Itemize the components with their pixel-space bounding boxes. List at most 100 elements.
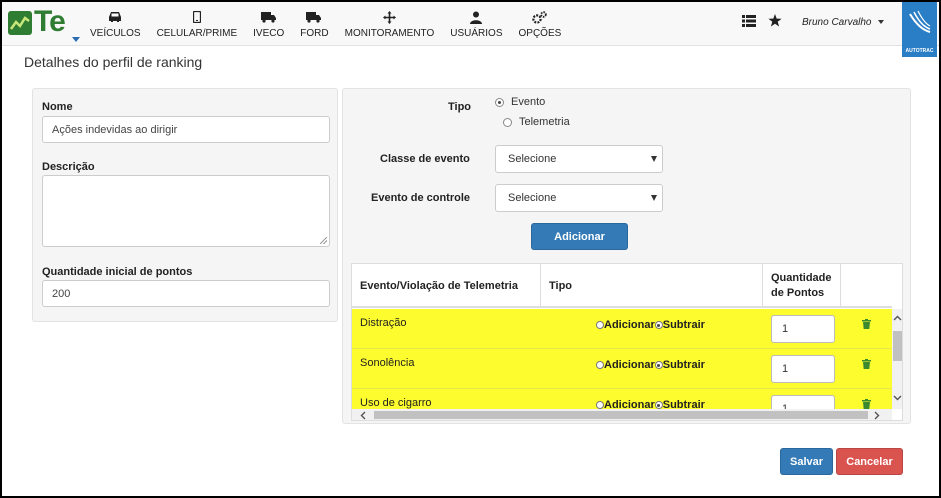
radio-label: Telemetria	[519, 116, 570, 128]
radio-subtrair[interactable]	[654, 361, 663, 369]
trash-icon[interactable]	[862, 318, 871, 332]
table-row: Sonolência Adicionar Subtrair 1	[352, 349, 892, 389]
radio-unchecked-icon	[503, 117, 512, 127]
row-type-group: Adicionar Subtrair	[596, 359, 705, 371]
radio-subtrair[interactable]	[654, 401, 663, 409]
vertical-scrollbar[interactable]	[892, 309, 902, 409]
table-row: Uso de cigarro Adicionar Subtrair 1	[352, 389, 892, 409]
nav-label: CELULAR/PRIME	[156, 28, 238, 39]
controle-label: Evento de controle	[371, 192, 471, 204]
nav-label: VEÍCULOS	[90, 28, 141, 39]
radio-label: Adicionar	[604, 399, 655, 409]
caret-down-icon	[651, 195, 657, 201]
nav-item-veiculos[interactable]: VEÍCULOS	[82, 2, 149, 46]
logo-caret-icon	[72, 37, 80, 42]
save-button[interactable]: Salvar	[780, 448, 833, 475]
descricao-label: Descrição	[42, 161, 95, 173]
pontos-label: Quantidade inicial de pontos	[42, 266, 193, 278]
horizontal-scrollbar[interactable]	[352, 409, 892, 420]
radio-label: Subtrair	[662, 399, 705, 409]
autotrac-logo-icon	[909, 10, 931, 33]
nome-input[interactable]: Ações indevidas ao dirigir	[42, 116, 330, 143]
phone-icon	[192, 10, 201, 24]
radio-label: Subtrair	[662, 319, 705, 331]
truck-icon	[306, 10, 322, 24]
descricao-textarea[interactable]	[42, 175, 330, 247]
nav-item-iveco[interactable]: IVECO	[245, 2, 292, 46]
radio-label: Adicionar	[604, 319, 655, 331]
star-icon[interactable]	[768, 14, 782, 30]
table-header: Evento/Violação de Telemetria Tipo Quant…	[352, 264, 892, 308]
radio-label: Subtrair	[662, 359, 705, 371]
nav-item-celular[interactable]: CELULAR/PRIME	[149, 2, 246, 46]
app-logo[interactable]: Te	[6, 5, 80, 42]
radio-subtrair[interactable]	[654, 321, 663, 329]
header-tipo: Tipo	[541, 264, 763, 308]
radio-checked-icon	[495, 97, 504, 107]
list-icon[interactable]	[742, 14, 756, 30]
header-evento: Evento/Violação de Telemetria	[352, 264, 541, 308]
nav-label: FORD	[300, 28, 329, 39]
chevron-left-icon[interactable]	[360, 411, 366, 420]
controle-select[interactable]: Selecione	[495, 184, 663, 212]
radio-adicionar[interactable]	[596, 401, 604, 409]
nav-item-opcoes[interactable]: OPÇÕES	[511, 2, 570, 46]
cogs-icon	[532, 10, 548, 24]
header-actions	[841, 264, 892, 308]
row-name: Sonolência	[360, 357, 415, 369]
nav-item-monitoramento[interactable]: MONITORAMENTO	[337, 2, 443, 46]
row-qty-input[interactable]: 1	[771, 355, 835, 383]
truck-icon	[260, 10, 277, 24]
row-type-group: Adicionar Subtrair	[596, 399, 705, 409]
nome-label: Nome	[42, 101, 73, 113]
toolbar-icons	[742, 14, 782, 30]
classe-select[interactable]: Selecione	[495, 145, 663, 173]
crosshair-icon	[382, 10, 396, 24]
radio-label: Adicionar	[604, 359, 655, 371]
main-nav: VEÍCULOS CELULAR/PRIME IVECO FORD MONITO…	[82, 2, 569, 46]
nav-label: USUÁRIOS	[450, 28, 503, 39]
table-row: Distração Adicionar Subtrair 1	[352, 309, 892, 349]
trash-icon[interactable]	[862, 358, 871, 372]
nav-label: OPÇÕES	[518, 28, 562, 39]
user-menu[interactable]: Bruno Carvalho	[802, 17, 885, 28]
chevron-right-icon[interactable]	[874, 411, 880, 420]
select-value: Selecione	[508, 192, 557, 204]
row-type-group: Adicionar Subtrair	[596, 319, 705, 331]
adicionar-button[interactable]: Adicionar	[531, 223, 628, 250]
select-value: Selecione	[508, 153, 557, 165]
nav-item-ford[interactable]: FORD	[292, 2, 336, 46]
top-navbar: Te VEÍCULOS CELULAR/PRIME IVECO FORD MON…	[2, 2, 939, 57]
header-quantidade: Quantidade de Pontos	[763, 264, 841, 308]
user-name: Bruno Carvalho	[802, 17, 872, 28]
cancel-button[interactable]: Cancelar	[836, 448, 903, 475]
row-qty-input[interactable]: 1	[771, 315, 835, 343]
pontos-input[interactable]: 200	[42, 280, 330, 307]
row-name: Distração	[360, 317, 407, 329]
chevron-up-icon[interactable]	[893, 313, 902, 324]
vertical-scroll-thumb[interactable]	[893, 331, 902, 361]
resize-grip-icon[interactable]	[320, 237, 327, 244]
nav-item-usuarios[interactable]: USUÁRIOS	[442, 2, 510, 46]
trash-icon[interactable]	[862, 398, 871, 409]
nav-label: MONITORAMENTO	[344, 28, 435, 39]
tipo-label: Tipo	[448, 101, 472, 113]
horizontal-scroll-thumb[interactable]	[374, 411, 868, 419]
row-qty-input[interactable]: 1	[771, 395, 835, 409]
page-title: Detalhes do perfil de ranking	[24, 54, 203, 70]
rules-table: Evento/Violação de Telemetria Tipo Quant…	[351, 263, 903, 421]
profile-form-panel: Nome Ações indevidas ao dirigir Descriçã…	[32, 88, 338, 322]
chevron-down-icon[interactable]	[893, 393, 902, 404]
logo-text: Te	[34, 5, 66, 38]
radio-adicionar[interactable]	[596, 361, 604, 369]
caret-down-icon	[651, 156, 657, 162]
classe-label: Classe de evento	[380, 153, 470, 165]
radio-adicionar[interactable]	[596, 321, 604, 329]
chevron-down-icon	[878, 20, 885, 25]
tipo-radio-telemetria[interactable]: Telemetria	[503, 116, 570, 128]
tipo-radio-evento[interactable]: Evento	[495, 96, 545, 108]
logo-chart-icon	[8, 11, 32, 35]
car-icon	[107, 10, 123, 24]
user-icon	[470, 10, 483, 24]
radio-label: Evento	[511, 96, 546, 108]
